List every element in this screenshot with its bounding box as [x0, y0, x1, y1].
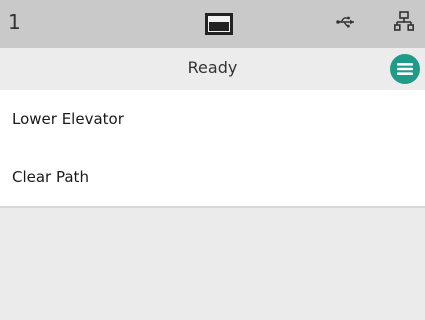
title-bar: Ready: [0, 48, 425, 90]
usb-icon: [336, 16, 354, 28]
menu-icon: [390, 54, 420, 84]
status-number: 1: [8, 10, 21, 34]
status-bar: 1: [0, 0, 425, 48]
list-item-label: Lower Elevator: [12, 110, 124, 128]
menu-list: Lower Elevator Clear Path: [0, 90, 425, 208]
menu-button[interactable]: [389, 53, 421, 85]
list-item-clear-path[interactable]: Clear Path: [0, 148, 425, 206]
list-item-label: Clear Path: [12, 168, 89, 186]
list-item-lower-elevator[interactable]: Lower Elevator: [0, 90, 425, 148]
network-icon: [394, 11, 414, 31]
page-title: Ready: [187, 58, 238, 77]
printer-icon: [205, 13, 233, 35]
